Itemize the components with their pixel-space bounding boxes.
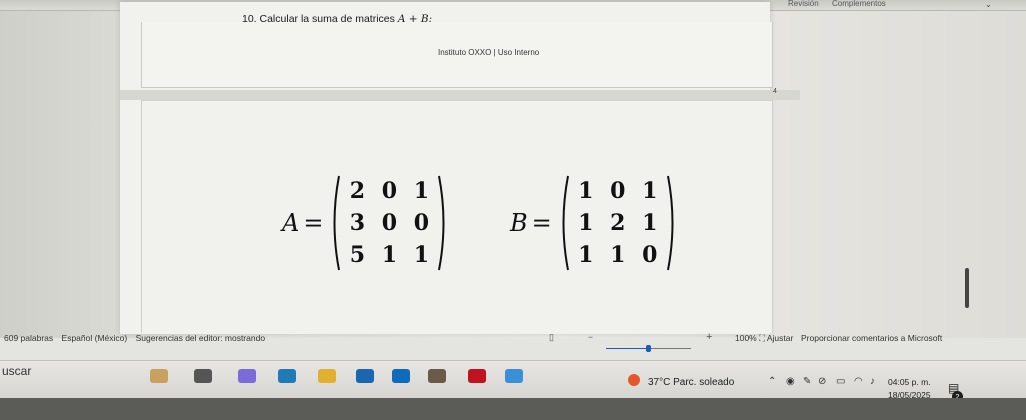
file-explorer-icon[interactable] <box>318 369 336 383</box>
task-view-icon[interactable] <box>194 369 212 383</box>
left-paren-icon <box>562 175 569 271</box>
matrix-cell: 1 <box>578 178 594 204</box>
zoom-slider-fill <box>606 348 649 349</box>
matrix-name: A <box>282 209 300 237</box>
ribbon-collapse-chevron-icon[interactable]: ⌄ <box>985 0 992 9</box>
matrix-cell: 0 <box>381 210 398 236</box>
document-body[interactable] <box>141 100 773 333</box>
matrix-grid: 1 0 1 1 2 1 1 1 0 <box>570 175 666 271</box>
mute-icon[interactable]: ⊘ <box>818 376 826 387</box>
tab-revision[interactable]: Revisión <box>788 0 819 8</box>
battery-icon[interactable]: ▭ <box>836 376 845 387</box>
matrix-grid: 2 0 1 3 0 0 5 1 1 <box>341 175 437 271</box>
copilot-tray-icon[interactable]: ◉ <box>786 376 795 387</box>
game-icon[interactable] <box>428 369 446 383</box>
taskbar: uscar 37°C Parc. soleado ⌃ ◉ ✎ ⊘ ▭ ◠ ♪ 0… <box>0 360 1026 402</box>
edge-icon[interactable] <box>278 369 296 383</box>
matrix-a: A = 2 0 1 3 0 0 5 1 1 <box>282 174 449 272</box>
page-break <box>120 90 800 100</box>
matrix-cell: 0 <box>642 242 658 268</box>
zoom-in-button[interactable]: + <box>706 331 712 343</box>
matrix-cell: 0 <box>610 178 626 204</box>
netflix-icon[interactable] <box>468 369 486 383</box>
status-bar: 609 palabras Español (México) Sugerencia… <box>0 331 1026 360</box>
right-paren-icon <box>666 175 674 271</box>
equals-sign: = <box>303 209 324 237</box>
zoom-out-button[interactable]: − <box>588 332 593 342</box>
weather-desc: Parc. soleado <box>673 377 735 388</box>
matrix-cell: 1 <box>642 210 658 236</box>
page-number: 4 <box>773 88 777 95</box>
word-count[interactable]: 609 palabras <box>4 333 53 343</box>
screen-bezel <box>0 398 1026 420</box>
matrix-cell: 2 <box>349 178 366 204</box>
matrix-cell: 1 <box>413 242 430 268</box>
weather-temp: 37°C <box>648 377 671 388</box>
zoom-level[interactable]: 100% <box>735 333 757 343</box>
store-icon[interactable] <box>356 369 374 383</box>
taskbar-search[interactable]: uscar <box>2 364 31 378</box>
chevron-up-icon[interactable]: ⌃ <box>768 376 776 387</box>
matrix-cell: 0 <box>413 210 430 236</box>
scrollbar-thumb[interactable] <box>965 268 969 308</box>
tab-complementos[interactable]: Complementos <box>832 0 886 8</box>
matrix-name: B <box>510 209 528 237</box>
weather-widget[interactable]: 37°C Parc. soleado <box>648 377 734 388</box>
copilot-icon[interactable] <box>238 369 256 383</box>
right-paren-icon <box>438 175 445 271</box>
matrix-cell: 2 <box>610 210 626 236</box>
matrix-cell: 0 <box>381 178 398 204</box>
feedback-link[interactable]: Proporcionar comentarios a Microsoft <box>801 333 942 343</box>
matrix-cell: 3 <box>349 210 366 236</box>
matrix-cell: 1 <box>578 210 594 236</box>
fit-button[interactable]: ⛶ Ajustar <box>759 333 793 344</box>
outlook-icon[interactable] <box>392 369 410 383</box>
focus-icon[interactable]: ▯ <box>549 332 554 343</box>
status-left: 609 palabras Español (México) Sugerencia… <box>4 333 271 343</box>
equals-sign: = <box>531 209 552 237</box>
speaker-icon[interactable]: ♪ <box>870 376 875 387</box>
weather-sun-icon[interactable] <box>628 374 640 386</box>
left-paren-icon <box>333 175 341 271</box>
zoom-slider[interactable] <box>606 345 691 352</box>
clock-time[interactable]: 04:05 p. m. <box>888 377 931 387</box>
matrix-cell: 1 <box>610 242 626 268</box>
footer-text: Instituto OXXO | Uso Interno <box>438 48 540 57</box>
matrix-cell: 1 <box>413 178 430 204</box>
language[interactable]: Español (México) <box>62 333 128 343</box>
matrix-cell: 1 <box>381 242 398 268</box>
zoom-slider-thumb[interactable] <box>646 345 651 352</box>
search-highlight-icon[interactable] <box>150 369 168 383</box>
photos-icon[interactable] <box>505 369 523 383</box>
wifi-icon[interactable]: ◠ <box>854 376 863 387</box>
editor-suggestions[interactable]: Sugerencias del editor: mostrando <box>136 333 265 343</box>
pen-icon[interactable]: ✎ <box>803 376 811 387</box>
matrix-cell: 5 <box>349 242 366 268</box>
matrix-cell: 1 <box>578 242 594 268</box>
matrix-cell: 1 <box>642 178 658 204</box>
matrix-b: B = 1 0 1 1 2 1 1 1 0 <box>510 174 678 272</box>
